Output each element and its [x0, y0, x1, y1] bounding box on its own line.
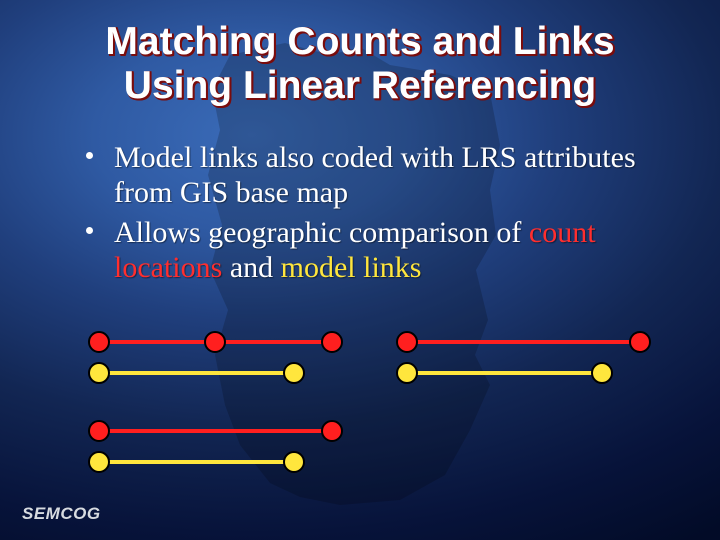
link-node-icon — [88, 362, 110, 384]
link-node-icon — [321, 331, 343, 353]
link-node-icon — [88, 420, 110, 442]
slide: Matching Counts and Links Using Linear R… — [0, 0, 720, 540]
link-node-icon — [396, 331, 418, 353]
body-text: Model links also coded with LRS attribut… — [80, 140, 660, 290]
link-node-icon — [283, 451, 305, 473]
link-node-icon — [321, 420, 343, 442]
link-red-upper-left — [99, 339, 332, 345]
bullet-2: Allows geographic comparison of count lo… — [80, 215, 660, 286]
bullet-dot-icon — [86, 152, 93, 159]
link-node-icon — [629, 331, 651, 353]
link-red-lower-left — [99, 428, 332, 434]
link-node-icon — [88, 451, 110, 473]
link-node-icon — [88, 331, 110, 353]
title-line-1: Matching Counts and Links — [105, 20, 614, 63]
bullet-2-highlight-2: model links — [281, 251, 422, 284]
link-yellow-upper-right — [407, 370, 602, 376]
link-line — [99, 460, 294, 464]
link-node-icon — [396, 362, 418, 384]
link-node-icon — [283, 362, 305, 384]
link-red-upper-right — [407, 339, 640, 345]
bullet-2-mid: and — [222, 251, 280, 284]
link-yellow-lower-left — [99, 459, 294, 465]
bullet-2-pre: Allows geographic comparison of — [114, 216, 529, 249]
link-line — [99, 371, 294, 375]
slide-title: Matching Counts and Links Using Linear R… — [0, 20, 720, 107]
link-node-icon — [591, 362, 613, 384]
link-line — [99, 429, 332, 433]
bullet-1-text: Model links also coded with LRS attribut… — [114, 141, 636, 209]
bullet-1: Model links also coded with LRS attribut… — [80, 140, 660, 211]
bullet-dot-icon — [86, 227, 93, 234]
link-line — [99, 340, 332, 344]
semcog-logo: SEMCOG — [22, 504, 101, 524]
link-yellow-upper-left — [99, 370, 294, 376]
link-node-icon — [204, 331, 226, 353]
link-line — [407, 340, 640, 344]
title-line-2: Using Linear Referencing — [124, 64, 596, 107]
link-line — [407, 371, 602, 375]
